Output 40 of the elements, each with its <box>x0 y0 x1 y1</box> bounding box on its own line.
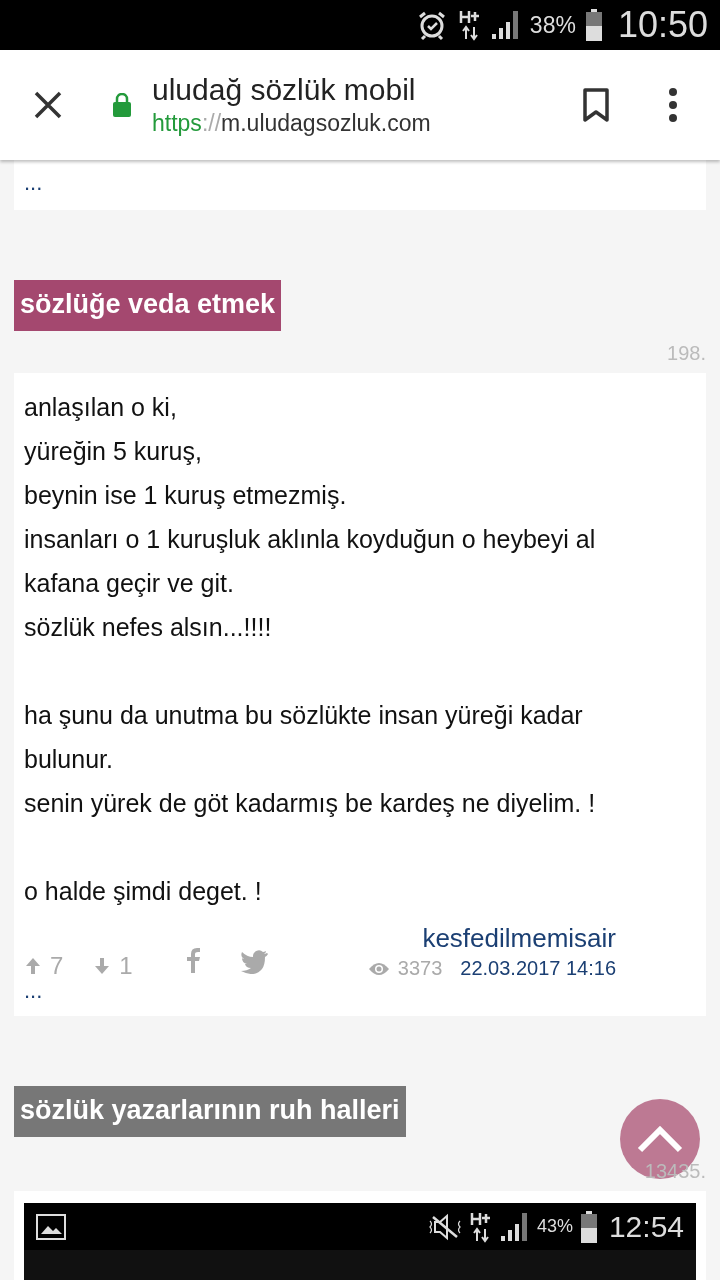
upvote-count: 7 <box>50 952 64 980</box>
down-arrow-icon <box>93 956 112 976</box>
downvote-count: 1 <box>119 952 133 980</box>
entry-text-line: o halde şimdi deget. ! <box>24 876 263 907</box>
clock: 10:50 <box>617 4 708 46</box>
battery-icon <box>580 1210 597 1243</box>
up-arrow-icon <box>24 956 42 976</box>
entry-number: 198. <box>667 342 706 364</box>
entry-text-line: ha şunu da unutma bu sözlükte insan yüreği kadar bulunur. <box>24 700 584 775</box>
entry-text-line: senin yürek de göt kadarmış be kardeş ne diyelim. ! <box>24 788 597 819</box>
page-url[interactable]: https://m.uludagsozluk.com <box>152 108 431 138</box>
network-type-icon <box>468 1210 491 1243</box>
close-icon <box>33 90 63 120</box>
chevron-up-icon <box>636 1124 684 1154</box>
more-link[interactable]: ... <box>24 172 43 194</box>
more-link[interactable]: ... <box>24 980 43 1002</box>
entry-text-line: sözlük nefes alsın...!!!! <box>24 612 273 643</box>
battery-icon <box>585 9 602 41</box>
author-link[interactable]: kesfedilmemisair <box>422 921 616 955</box>
image-icon <box>36 1213 66 1240</box>
entry-date[interactable]: 22.03.2017 14:16 <box>460 957 616 980</box>
menu-icon <box>668 87 678 123</box>
entry-text-line: beynin ise 1 kuruş etmezmiş. <box>24 480 348 511</box>
bookmark-icon <box>582 87 610 123</box>
entry-text-line: insanları o 1 kuruşluk aklınla koyduğun o heybeyi al kafana geçir ve git. <box>24 524 597 599</box>
battery-percentage: 43% <box>536 1216 573 1237</box>
lock-icon <box>112 93 132 117</box>
clock: 12:54 <box>608 1209 684 1244</box>
entry-text-line: anlaşılan o ki, <box>24 392 178 423</box>
view-count: 3373 <box>397 957 443 980</box>
network-type-icon <box>457 9 480 41</box>
entry-text-line: yüreğin 5 kuruş, <box>24 436 203 467</box>
battery-percentage: 38% <box>529 11 576 39</box>
twitter-icon <box>239 950 268 974</box>
eye-icon <box>367 960 390 977</box>
page-title: uludağ sözlük mobil <box>152 72 417 108</box>
topic-title[interactable]: sözlük yazarlarının ruh halleri <box>14 1086 406 1137</box>
topic-title[interactable]: sözlüğe veda etmek <box>14 280 282 331</box>
signal-icon <box>498 1210 529 1243</box>
signal-icon <box>489 9 520 41</box>
